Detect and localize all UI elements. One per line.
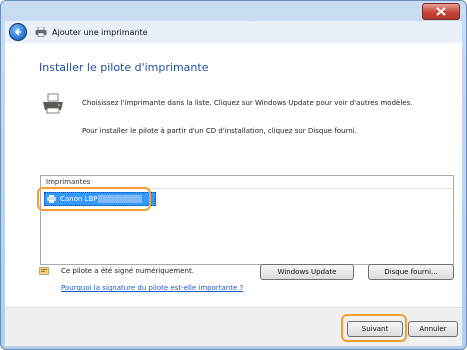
have-disk-button[interactable]: Disque fourni... xyxy=(368,264,454,280)
signature-status: Ce pilote a été signé numériquement. xyxy=(61,267,194,275)
next-button[interactable]: Suivant xyxy=(347,321,403,337)
list-header-label: Imprimantes xyxy=(46,178,91,186)
back-arrow-icon xyxy=(14,28,21,36)
printer-driver-icon xyxy=(43,93,63,114)
windows-update-button[interactable]: Windows Update xyxy=(260,264,354,280)
signed-driver-icon xyxy=(39,267,49,275)
back-button[interactable] xyxy=(9,23,27,41)
window-title: Ajouter une imprimante xyxy=(52,27,148,37)
close-icon xyxy=(436,7,446,16)
instruction-text-2: Pour installer le pilote à partir d'un C… xyxy=(82,127,357,135)
close-button[interactable] xyxy=(422,3,460,20)
navigation-bar: Ajouter une imprimante xyxy=(5,21,462,43)
signature-info-link[interactable]: Pourquoi la signature du pilote est-elle… xyxy=(61,284,243,292)
page-heading: Installer le pilote d'imprimante xyxy=(39,61,209,74)
cancel-button[interactable]: Annuler xyxy=(408,321,458,337)
printer-icon xyxy=(35,27,47,37)
instruction-text-1: Choisissez l'imprimante dans la liste. C… xyxy=(82,99,413,107)
dialog-window: Ajouter une imprimante Installer le pilo… xyxy=(0,0,467,350)
highlight-printer-selection xyxy=(37,187,151,211)
title-bar xyxy=(1,1,466,20)
